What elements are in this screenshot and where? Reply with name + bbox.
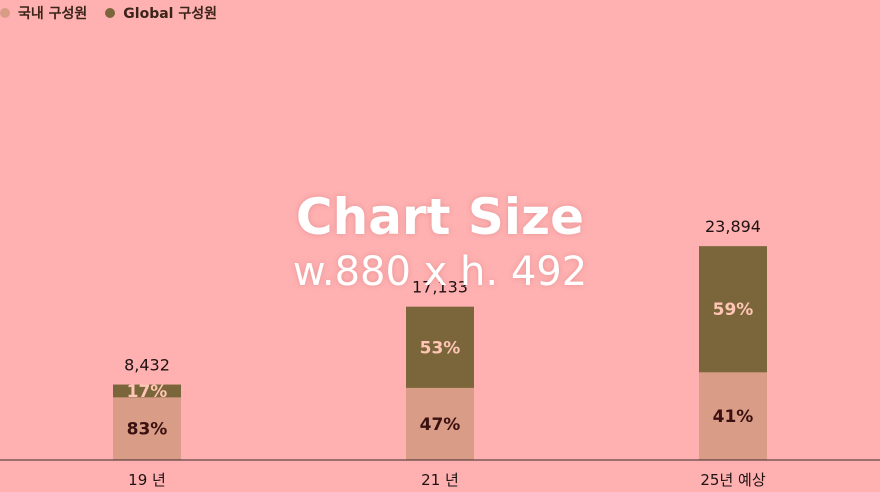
x-tick-label: 19 년 xyxy=(128,471,166,489)
data-label-domestic: 83% xyxy=(127,420,168,440)
data-label-global: 59% xyxy=(713,300,754,320)
total-label: 23,894 xyxy=(705,217,761,236)
data-label-global: 53% xyxy=(420,338,461,358)
data-label-global: 17% xyxy=(127,382,168,402)
data-label-domestic: 41% xyxy=(713,407,754,427)
x-tick-label: 25년 예상 xyxy=(700,471,765,489)
stacked-bar-chart: 83% 17% 8,432 19 년 47% 53% 17,133 21 년 41% 59% 23,… xyxy=(0,217,880,489)
x-tick-label: 21 년 xyxy=(421,471,459,489)
total-label: 8,432 xyxy=(124,356,170,375)
total-label: 17,133 xyxy=(412,278,468,297)
data-label-domestic: 47% xyxy=(420,415,461,435)
